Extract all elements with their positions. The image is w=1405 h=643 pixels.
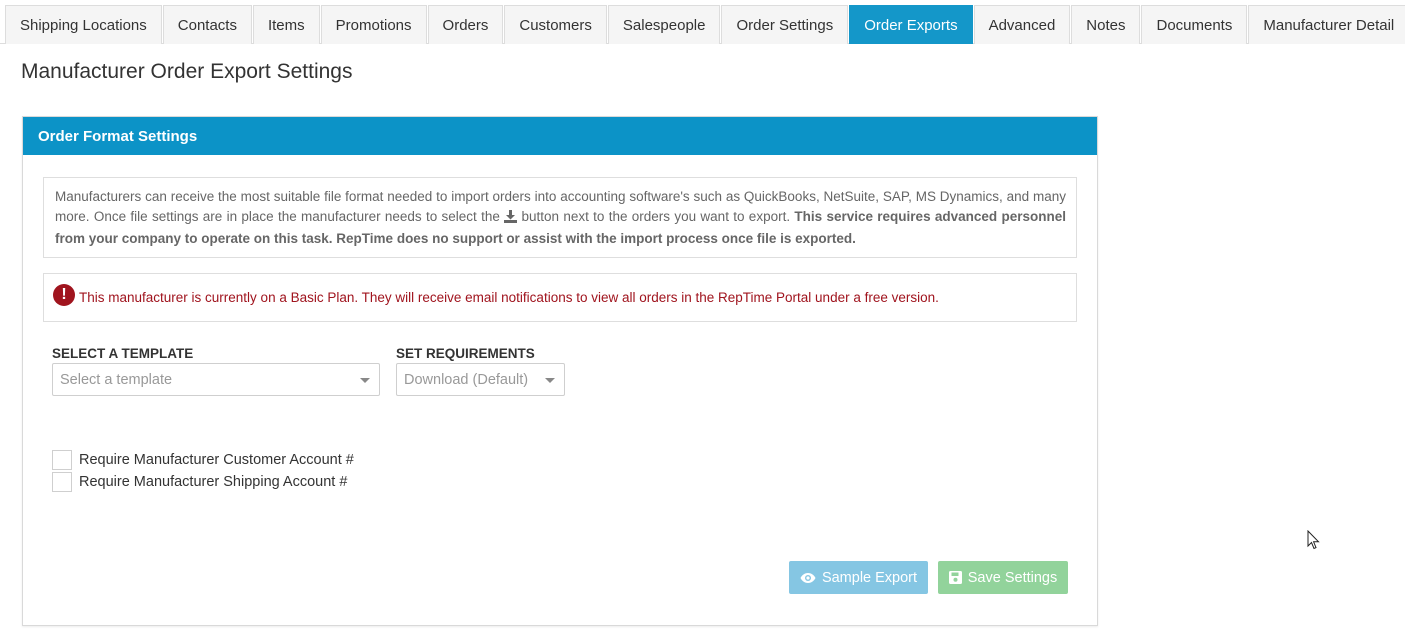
customer-account-checkbox-row[interactable]: Require Manufacturer Customer Account # xyxy=(52,450,354,470)
mouse-cursor-icon xyxy=(1307,529,1321,555)
tab-shipping-locations[interactable]: Shipping Locations xyxy=(5,5,162,44)
chevron-down-icon xyxy=(360,378,370,383)
customer-account-label: Require Manufacturer Customer Account # xyxy=(79,452,354,468)
tab-items[interactable]: Items xyxy=(252,5,320,44)
tab-advanced[interactable]: Advanced xyxy=(973,5,1071,44)
tab-contacts[interactable]: Contacts xyxy=(162,5,252,44)
requirements-select-value: Download (Default) xyxy=(404,371,529,388)
info-text-cont: button next to the orders you want to ex… xyxy=(517,209,795,224)
tab-manufacturer-detail[interactable]: Manufacturer Detail xyxy=(1248,5,1405,44)
save-icon xyxy=(948,571,962,584)
template-select[interactable]: Select a template xyxy=(52,363,380,396)
save-settings-button[interactable]: Save Settings xyxy=(938,561,1068,594)
download-icon xyxy=(504,209,518,229)
tab-notes[interactable]: Notes xyxy=(1071,5,1141,44)
tab-order-settings[interactable]: Order Settings xyxy=(721,5,849,44)
save-settings-label: Save Settings xyxy=(967,569,1058,586)
chevron-down-icon xyxy=(545,378,555,383)
shipping-account-checkbox-row[interactable]: Require Manufacturer Shipping Account # xyxy=(52,472,347,492)
sample-export-label: Sample Export xyxy=(821,569,918,586)
tab-customers[interactable]: Customers xyxy=(504,5,607,44)
shipping-account-checkbox[interactable] xyxy=(52,472,72,492)
template-select-value: Select a template xyxy=(60,371,173,388)
plan-alert: ! This manufacturer is currently on a Ba… xyxy=(43,273,1077,322)
exclamation-circle-icon: ! xyxy=(53,283,75,306)
requirements-label: SET REQUIREMENTS xyxy=(396,346,535,361)
tab-orders[interactable]: Orders xyxy=(427,5,504,44)
info-box: Manufacturers can receive the most suita… xyxy=(43,177,1077,258)
requirements-select[interactable]: Download (Default) xyxy=(396,363,565,396)
tab-documents[interactable]: Documents xyxy=(1141,5,1248,44)
eye-icon xyxy=(800,572,816,583)
sample-export-button[interactable]: Sample Export xyxy=(789,561,928,594)
tab-salespeople[interactable]: Salespeople xyxy=(607,5,721,44)
tab-promotions[interactable]: Promotions xyxy=(320,5,427,44)
tab-order-exports[interactable]: Order Exports xyxy=(849,5,973,44)
template-label: SELECT A TEMPLATE xyxy=(52,346,194,361)
panel-header: Order Format Settings xyxy=(23,117,1097,155)
order-format-panel: Order Format Settings Manufacturers can … xyxy=(22,116,1098,626)
page-title: Manufacturer Order Export Settings xyxy=(21,60,353,83)
alert-text: This manufacturer is currently on a Basi… xyxy=(79,290,939,305)
tab-bar: Shipping Locations Contacts Items Promot… xyxy=(0,0,1405,44)
customer-account-checkbox[interactable] xyxy=(52,450,72,470)
shipping-account-label: Require Manufacturer Shipping Account # xyxy=(79,474,348,490)
